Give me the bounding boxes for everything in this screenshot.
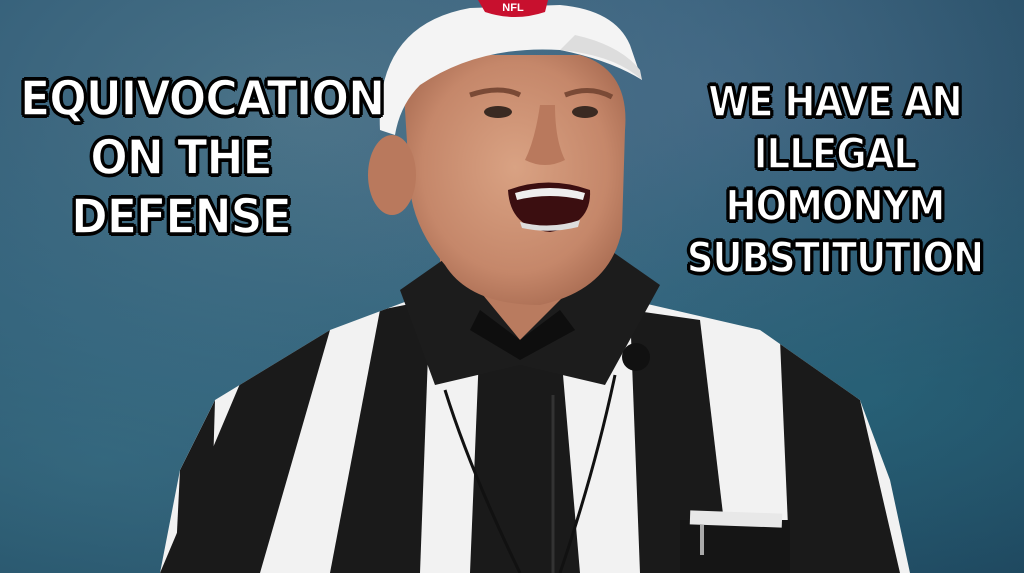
shirt-pocket: [680, 520, 790, 573]
referee-ear: [368, 135, 416, 215]
caption-left: EQUIVOCATION ON THE DEFENSE: [19, 70, 385, 246]
caption-right: WE HAVE AN ILLEGAL HOMONYM SUBSTITUTION: [686, 76, 985, 283]
meme-image: NFL EQUIVOCATION ON THE DEFENSE WE HAVE …: [0, 0, 1024, 573]
cap-logo-text: NFL: [502, 2, 524, 14]
referee-eye-left: [484, 106, 512, 118]
referee-eye-right: [572, 106, 598, 118]
lapel-microphone: [622, 343, 650, 371]
